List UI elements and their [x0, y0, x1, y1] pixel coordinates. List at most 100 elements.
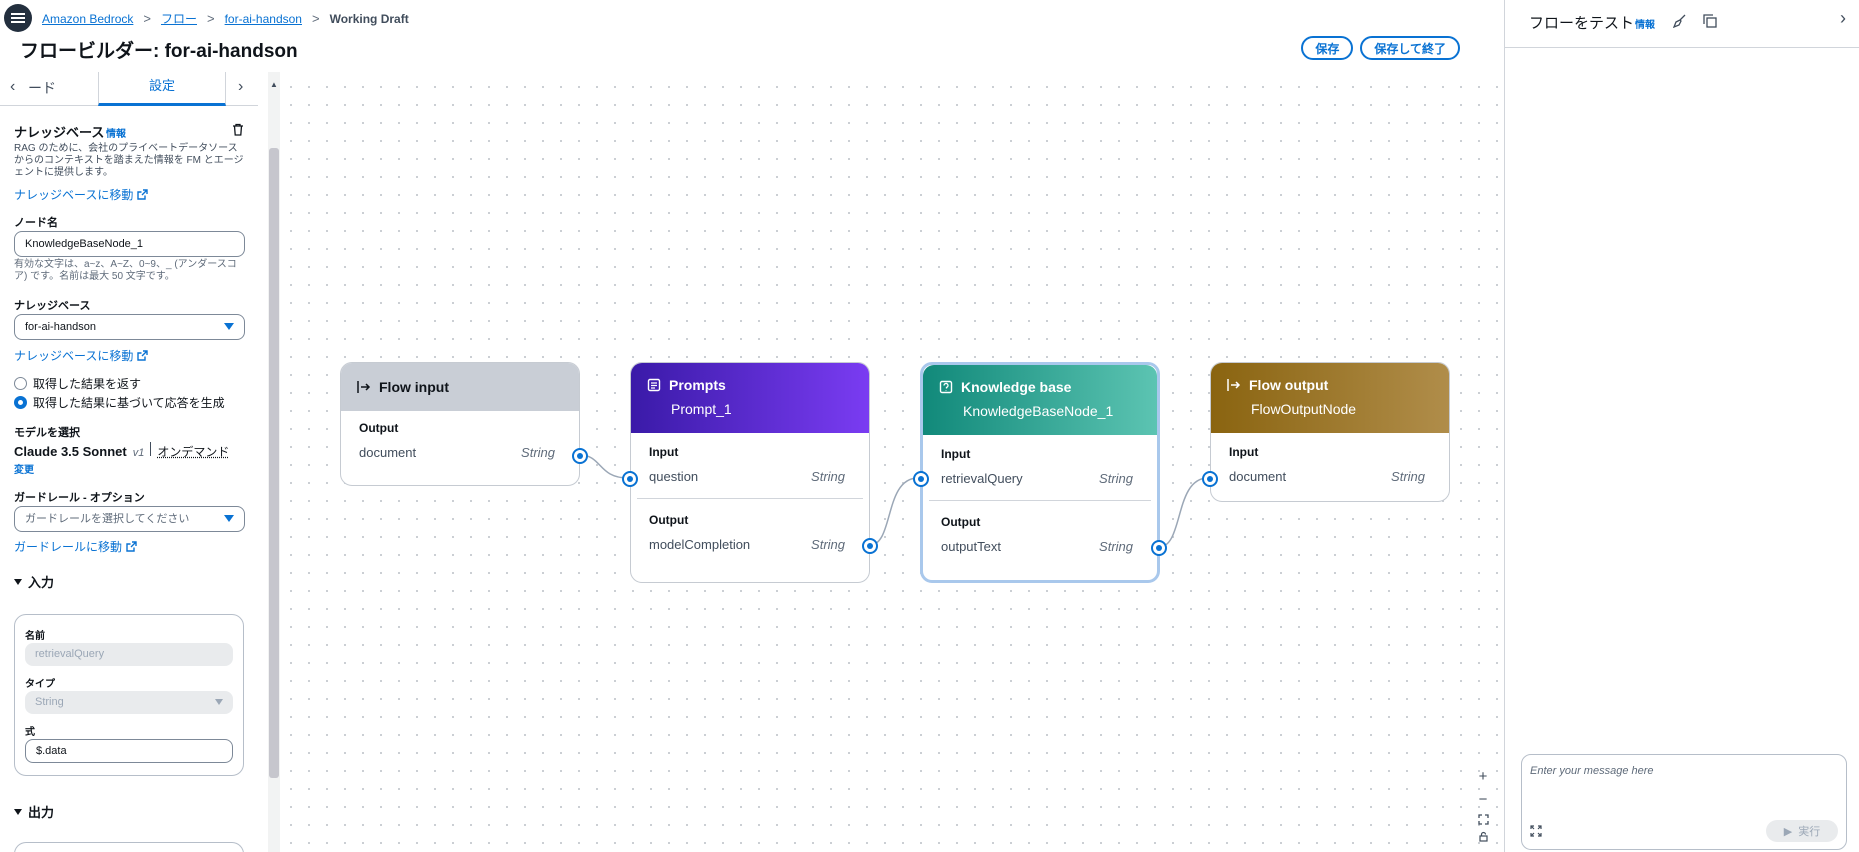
output-section-toggle[interactable]: 出力: [14, 802, 54, 821]
divider: [637, 498, 863, 499]
port-type: String: [811, 537, 845, 552]
node-header: Flow input: [341, 363, 579, 411]
expand-icon[interactable]: [1530, 825, 1542, 837]
breadcrumb: Amazon Bedrock > フロー > for-ai-handson > …: [42, 10, 409, 27]
node-header: Knowledge base KnowledgeBaseNode_1: [923, 365, 1157, 435]
arrow-right-bar-icon: [1227, 379, 1241, 391]
zoom-in-icon[interactable]: +: [1479, 768, 1488, 785]
broom-icon[interactable]: [1673, 14, 1687, 28]
tab-settings[interactable]: 設定: [98, 72, 226, 106]
chat-placeholder[interactable]: Enter your message here: [1530, 765, 1654, 777]
save-exit-button[interactable]: 保存して終了: [1360, 36, 1460, 60]
edge-prompt-to-kb: [869, 477, 919, 546]
kb-select-value: for-ai-handson: [25, 321, 96, 333]
chat-input-box[interactable]: Enter your message here ▶ 実行: [1521, 754, 1847, 850]
breadcrumb-flows[interactable]: フロー: [161, 10, 197, 27]
radio-label: 取得した結果を返す: [33, 377, 142, 391]
caret-down-icon: [215, 699, 223, 705]
chevron-left-icon[interactable]: ‹: [10, 78, 15, 96]
input-section-toggle[interactable]: 入力: [14, 572, 54, 591]
breadcrumb-current: Working Draft: [329, 11, 409, 26]
port-row: retrievalQuery String: [923, 471, 1157, 486]
node-knowledge-base[interactable]: Knowledge base KnowledgeBaseNode_1 Input…: [913, 362, 1167, 583]
caret-down-icon: [14, 808, 22, 815]
kb-info-link[interactable]: 情報: [106, 125, 126, 140]
node-title: Knowledge base: [961, 379, 1072, 395]
guardrail-goto-link[interactable]: ガードレールに移動: [14, 538, 137, 555]
scrollbar-thumb[interactable]: [269, 148, 279, 778]
breadcrumb-flow[interactable]: for-ai-handson: [225, 12, 302, 26]
run-button[interactable]: ▶ 実行: [1766, 820, 1838, 842]
zoom-out-icon[interactable]: −: [1479, 791, 1488, 808]
node-header: Flow output FlowOutputNode: [1211, 363, 1449, 433]
node-config-panel: ‹ ード 設定 › ナレッジベース 情報 RAG のために、会社のプライベートデ…: [0, 72, 268, 852]
node-name-input[interactable]: KnowledgeBaseNode_1: [14, 231, 245, 257]
model-name: Claude 3.5 Sonnet: [14, 444, 127, 459]
port-name: outputText: [941, 539, 1001, 554]
node-prompts[interactable]: Prompts Prompt_1 Input question String O…: [622, 362, 878, 583]
kb-goto-link[interactable]: ナレッジベースに移動: [14, 186, 149, 203]
input-card: 名前 retrievalQuery タイプ String 式 $.data: [14, 614, 244, 776]
header-actions: 保存 保存して終了: [1301, 36, 1460, 60]
radio-generate-response[interactable]: 取得した結果に基づいて応答を生成: [14, 394, 225, 411]
kb-goto-label: ナレッジベースに移動: [14, 188, 134, 202]
input-port[interactable]: [622, 471, 638, 487]
node-title: Flow output: [1249, 377, 1329, 393]
input-name-field: retrievalQuery: [25, 643, 233, 666]
input-label: Input: [649, 445, 679, 459]
kb-goto-label-2: ナレッジベースに移動: [14, 349, 134, 363]
input-port[interactable]: [1202, 471, 1218, 487]
radio-label: 取得した結果に基づいて応答を生成: [33, 396, 225, 410]
port-row: question String: [631, 469, 869, 484]
radio-button[interactable]: [14, 377, 27, 390]
output-port[interactable]: [862, 538, 878, 554]
caret-down-icon: [14, 578, 22, 585]
node-header: Prompts Prompt_1: [631, 363, 869, 433]
node-subtitle: Prompt_1: [671, 401, 732, 417]
port-type: String: [1099, 539, 1133, 554]
run-label: 実行: [1798, 826, 1821, 838]
radio-return-results[interactable]: 取得した結果を返す: [14, 375, 141, 392]
menu-icon[interactable]: [4, 4, 32, 32]
node-flow-input[interactable]: Flow input Output document String: [340, 362, 588, 486]
port-name: retrievalQuery: [941, 471, 1023, 486]
chevron-right-icon[interactable]: ›: [1840, 8, 1846, 29]
node-flow-output[interactable]: Flow output FlowOutputNode Input documen…: [1202, 362, 1450, 502]
model-change-link[interactable]: 変更: [14, 461, 34, 476]
model-mode[interactable]: オンデマンド: [157, 443, 229, 460]
copy-icon[interactable]: [1703, 14, 1717, 28]
save-button[interactable]: 保存: [1301, 36, 1354, 60]
kb-goto-link-2[interactable]: ナレッジベースに移動: [14, 347, 149, 364]
output-section-title: 出力: [28, 805, 55, 820]
lock-icon[interactable]: [1478, 831, 1489, 842]
input-type-value: String: [35, 696, 64, 708]
scroll-up-icon[interactable]: ▲: [270, 80, 278, 89]
flow-canvas[interactable]: Flow input Output document String Prompt…: [282, 78, 1504, 852]
divider: [929, 500, 1151, 501]
output-label: Output: [941, 515, 981, 529]
input-expr-field[interactable]: $.data: [25, 739, 233, 763]
output-port[interactable]: [1151, 540, 1167, 556]
output-port[interactable]: [572, 448, 588, 464]
port-row: modelCompletion String: [631, 537, 869, 552]
kb-select[interactable]: for-ai-handson: [14, 314, 245, 340]
trash-icon[interactable]: [232, 123, 244, 136]
tab-node[interactable]: ード: [28, 78, 56, 98]
divider: [150, 442, 152, 456]
guardrail-select[interactable]: ガードレールを選択してください: [14, 506, 245, 532]
radio-button-selected[interactable]: [14, 396, 27, 409]
left-panel-scrollbar[interactable]: ▲: [268, 72, 280, 852]
chevron-right-icon: >: [207, 11, 215, 26]
input-port[interactable]: [913, 471, 929, 487]
page-title: フロービルダー: for-ai-handson: [20, 41, 298, 62]
arrow-right-bar-icon: [357, 381, 371, 393]
test-info-link[interactable]: 情報: [1635, 16, 1655, 31]
fit-view-icon[interactable]: [1477, 814, 1489, 825]
breadcrumb-bedrock[interactable]: Amazon Bedrock: [42, 12, 133, 26]
chevron-right-icon[interactable]: ›: [238, 78, 243, 96]
top-header: Amazon Bedrock > フロー > for-ai-handson > …: [0, 0, 1504, 78]
output-card: [14, 842, 244, 852]
input-label: Input: [941, 447, 971, 461]
model-row: Claude 3.5 Sonnet v1 オンデマンド: [14, 442, 229, 460]
model-label: モデルを選択: [14, 427, 80, 439]
